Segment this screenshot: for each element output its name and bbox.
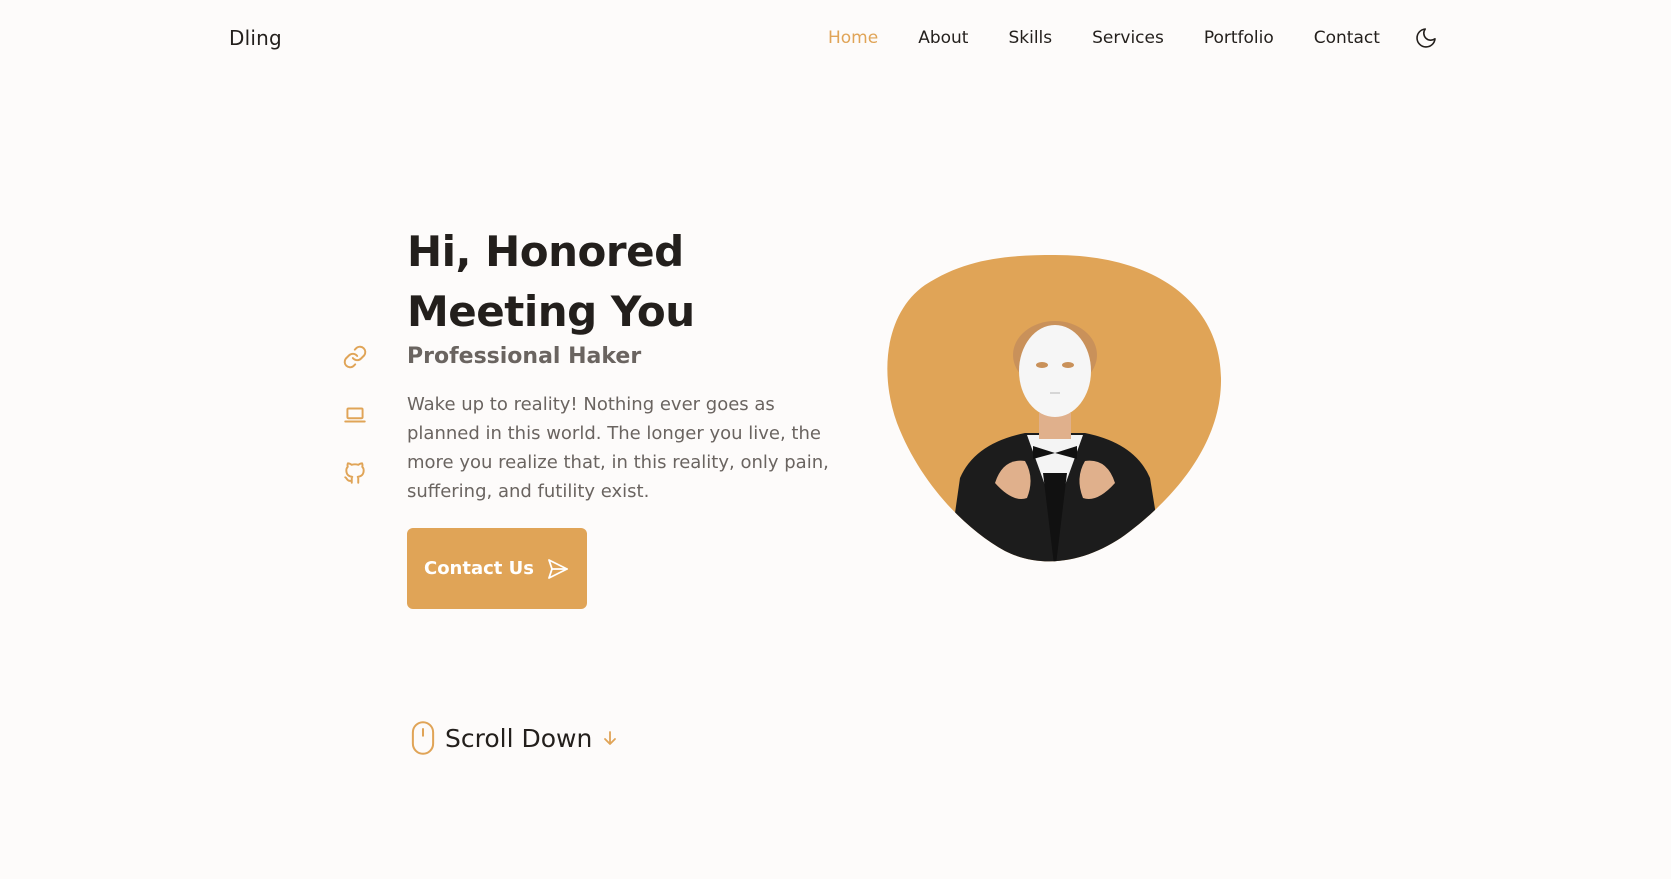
nav-item-about[interactable]: About bbox=[918, 28, 968, 48]
send-icon bbox=[548, 558, 568, 579]
mouse-icon bbox=[411, 721, 435, 755]
contact-us-label: Contact Us bbox=[423, 558, 534, 579]
nav-item-contact[interactable]: Contact bbox=[1314, 28, 1380, 48]
contact-us-button[interactable]: Contact Us bbox=[407, 528, 587, 609]
nav-item-portfolio[interactable]: Portfolio bbox=[1204, 28, 1274, 48]
hero-subtitle: Professional Haker bbox=[407, 344, 642, 369]
nav-item-home[interactable]: Home bbox=[828, 28, 878, 48]
header: Dling Home About Skills Services Portfol… bbox=[0, 0, 1671, 76]
moon-icon[interactable] bbox=[1414, 26, 1438, 50]
link-icon[interactable] bbox=[342, 344, 368, 370]
scroll-down-label: Scroll Down bbox=[445, 723, 593, 753]
profile-image bbox=[887, 255, 1222, 562]
arrow-down-icon bbox=[604, 731, 617, 745]
scroll-down-button[interactable]: Scroll Down bbox=[409, 720, 618, 756]
laptop-icon[interactable] bbox=[342, 402, 368, 428]
social-links bbox=[342, 344, 368, 518]
hero-content: Hi, Honored Meeting You Professional Hak… bbox=[407, 222, 847, 524]
nav-item-skills[interactable]: Skills bbox=[1008, 28, 1052, 48]
nav-menu: Home About Skills Services Portfolio Con… bbox=[828, 28, 1420, 48]
nav-item-services[interactable]: Services bbox=[1092, 28, 1164, 48]
logo[interactable]: Dling bbox=[229, 26, 282, 50]
github-icon[interactable] bbox=[342, 460, 368, 486]
hero-description: Wake up to reality! Nothing ever goes as… bbox=[407, 394, 829, 502]
hero-title: Hi, Honored Meeting You bbox=[407, 227, 695, 336]
